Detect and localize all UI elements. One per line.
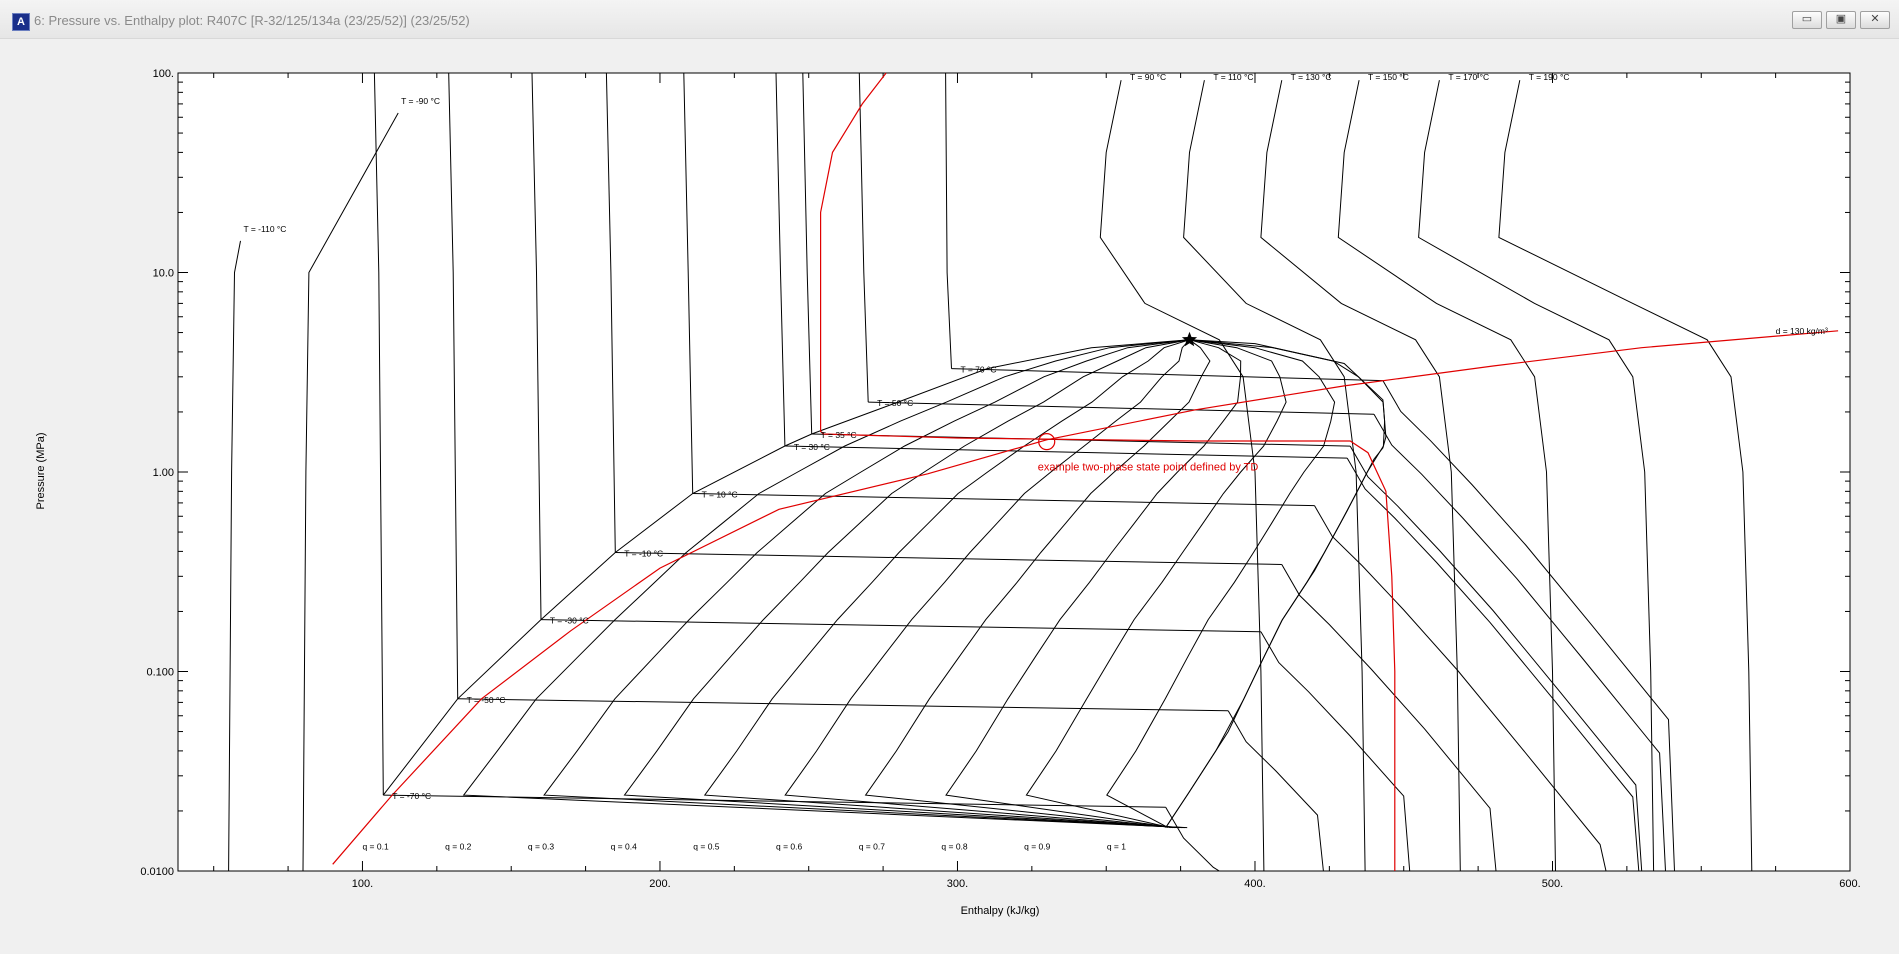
y-tick-label: 1.00: [153, 467, 174, 479]
isotherm-label: T = 90 °C: [1130, 72, 1166, 82]
isotherm-label: T = -50 °C: [467, 695, 506, 705]
quality-line-label: q = 0.1: [362, 842, 389, 852]
quality-line-label: q = 0.9: [1024, 842, 1051, 852]
quality-line-label: q = 0.4: [611, 842, 638, 852]
quality-line-label: q = 0.6: [776, 842, 803, 852]
quality-line-label: q = 0.7: [859, 842, 886, 852]
isotherm-label: T = 130 °C: [1291, 72, 1332, 82]
x-tick-label: 300.: [947, 878, 968, 890]
x-tick-label: 100.: [352, 878, 373, 890]
isotherm-label: T = 35 °C: [821, 430, 857, 440]
y-tick-label: 10.0: [153, 268, 174, 280]
quality-line-label: q = 0.3: [528, 842, 555, 852]
x-tick-label: 200.: [649, 878, 670, 890]
isotherm-label: T = 10 °C: [702, 490, 738, 500]
density-line-label: d = 130 kg/m³: [1776, 326, 1828, 336]
x-tick-label: 500.: [1542, 878, 1563, 890]
app-logo-icon[interactable]: A: [12, 13, 30, 31]
x-tick-label: 600.: [1839, 878, 1860, 890]
x-tick-label: 400.: [1244, 878, 1265, 890]
quality-line-label: q = 1: [1107, 842, 1126, 852]
isotherm-label: T = 150 °C: [1368, 72, 1409, 82]
isotherm-label: T = -30 °C: [550, 616, 589, 626]
isotherm-label: T = 190 °C: [1529, 72, 1570, 82]
quality-line-label: q = 0.5: [693, 842, 720, 852]
isotherm-label: T = 30 °C: [794, 442, 830, 452]
window-titlebar[interactable]: A 6: Pressure vs. Enthalpy plot: R407C […: [0, 0, 1899, 39]
y-tick-label: 100.: [153, 68, 174, 80]
isotherm-label: T = -90 °C: [401, 96, 440, 106]
isotherm-label: T = -110 °C: [243, 224, 286, 234]
isotherm-label: T = -10 °C: [624, 548, 663, 558]
quality-line-label: q = 0.8: [941, 842, 968, 852]
y-tick-label: 0.0100: [140, 866, 174, 878]
isotherm-label: T = -70 °C: [392, 791, 431, 801]
plot-area: 100. 200. 300. 400. 500. 600. 0.0100 0.100 1.00 1…: [0, 39, 1899, 954]
window-title: 6: Pressure vs. Enthalpy plot: R407C [R-…: [34, 13, 470, 28]
isotherm-label: T = 50 °C: [877, 398, 913, 408]
maximize-button[interactable]: ▣: [1826, 11, 1856, 29]
x-axis-label: Enthalpy (kJ/kg): [961, 905, 1040, 917]
y-axis-label: Pressure (MPa): [35, 432, 47, 509]
isotherm-label: T = 170 °C: [1448, 72, 1489, 82]
isotherm-label: T = 70 °C: [960, 365, 996, 375]
quality-line-label: q = 0.2: [445, 842, 472, 852]
pressure-enthalpy-chart[interactable]: 100. 200. 300. 400. 500. 600. 0.0100 0.100 1.00 1…: [0, 39, 1899, 954]
plot-frame: [177, 72, 1851, 872]
annotation-text: example two-phase state point defined by…: [1038, 461, 1259, 473]
isotherm-label: T = 110 °C: [1213, 72, 1253, 82]
close-button[interactable]: ✕: [1860, 11, 1890, 29]
minimize-button[interactable]: ▭: [1792, 11, 1822, 29]
y-tick-label: 0.100: [146, 667, 174, 679]
